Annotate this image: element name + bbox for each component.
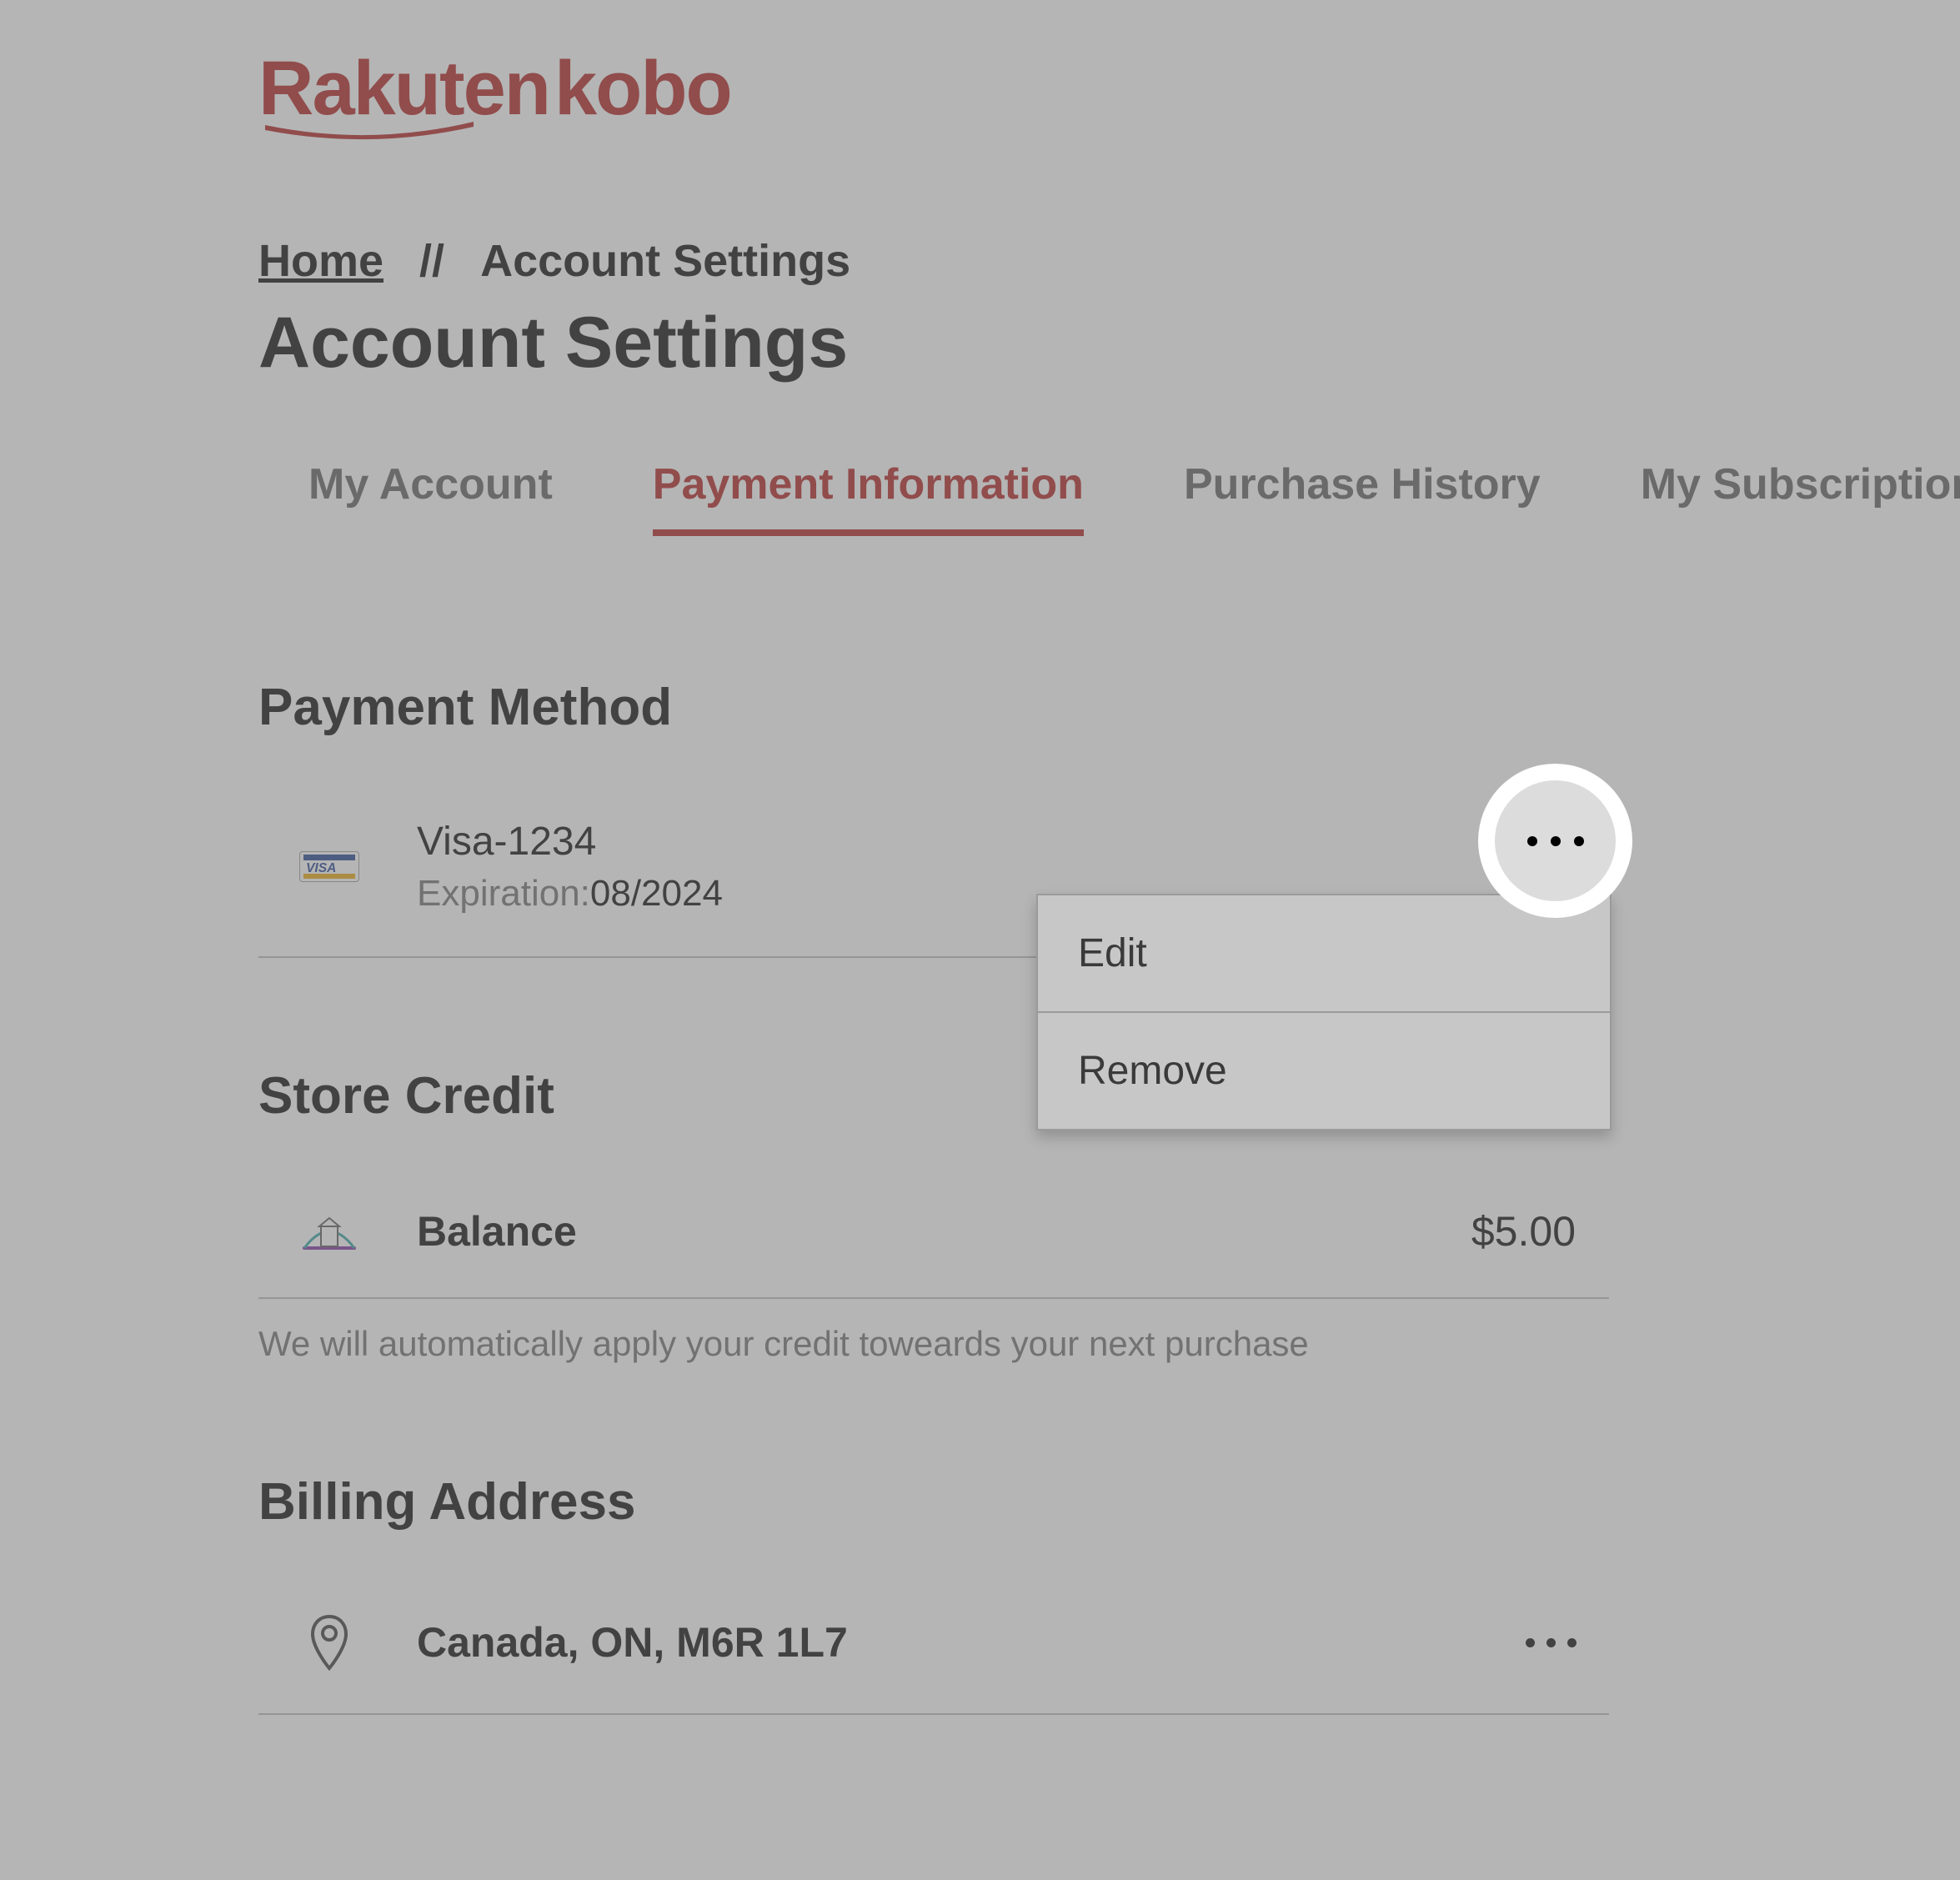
payment-method-heading: Payment Method (258, 678, 1960, 737)
store-credit-row: Balance $5.00 (258, 1201, 1609, 1299)
more-options-icon[interactable] (1495, 780, 1616, 901)
tab-my-subscriptions[interactable]: My Subscriptions (1641, 459, 1960, 536)
brand-primary: Rakuten (258, 46, 549, 131)
tab-payment-information[interactable]: Payment Information (653, 459, 1084, 536)
card-sep: - (494, 820, 508, 864)
brand-swoosh-icon (265, 122, 474, 140)
payment-options-menu: Edit Remove (1036, 894, 1612, 1131)
store-credit-note: We will automatically apply your credit … (258, 1324, 1960, 1364)
billing-address-text: Canada, ON, M6R 1L7 (417, 1618, 1517, 1667)
brand-logo[interactable]: Rakutenkobo (258, 50, 731, 127)
billing-address-heading: Billing Address (258, 1472, 1960, 1532)
page-title: Account Settings (258, 302, 1960, 384)
breadcrumb-separator: // (419, 236, 444, 286)
visa-card-icon: VISA (292, 851, 367, 882)
expiration-label: Expiration: (417, 873, 590, 914)
breadcrumb-home-link[interactable]: Home (258, 236, 383, 286)
spotlight-highlight (1478, 764, 1632, 918)
svg-text:VISA: VISA (306, 861, 336, 874)
card-brand: Visa (417, 820, 494, 864)
billing-address-row: Canada, ON, M6R 1L7 (258, 1607, 1609, 1715)
breadcrumb: Home // Account Settings (258, 235, 1960, 287)
map-pin-icon (292, 1613, 367, 1672)
tab-my-account[interactable]: My Account (308, 459, 553, 536)
brand-secondary: kobo (554, 46, 731, 131)
tab-purchase-history[interactable]: Purchase History (1184, 459, 1541, 536)
tabs: My Account Payment Information Purchase … (258, 459, 1960, 536)
menu-remove[interactable]: Remove (1038, 1013, 1610, 1129)
bank-icon (292, 1210, 367, 1253)
expiration-value: 08/2024 (590, 873, 723, 914)
breadcrumb-current: Account Settings (480, 236, 850, 286)
balance-amount: $5.00 (1471, 1207, 1576, 1256)
section-billing-address: Billing Address Canada, ON, M6R 1L7 (258, 1472, 1960, 1715)
card-last4: 1234 (508, 820, 597, 864)
card-brand-line: Visa-1234 (417, 819, 1517, 865)
billing-address-more-button[interactable] (1517, 1626, 1584, 1659)
balance-label: Balance (417, 1207, 1471, 1256)
menu-edit[interactable]: Edit (1038, 895, 1610, 1013)
